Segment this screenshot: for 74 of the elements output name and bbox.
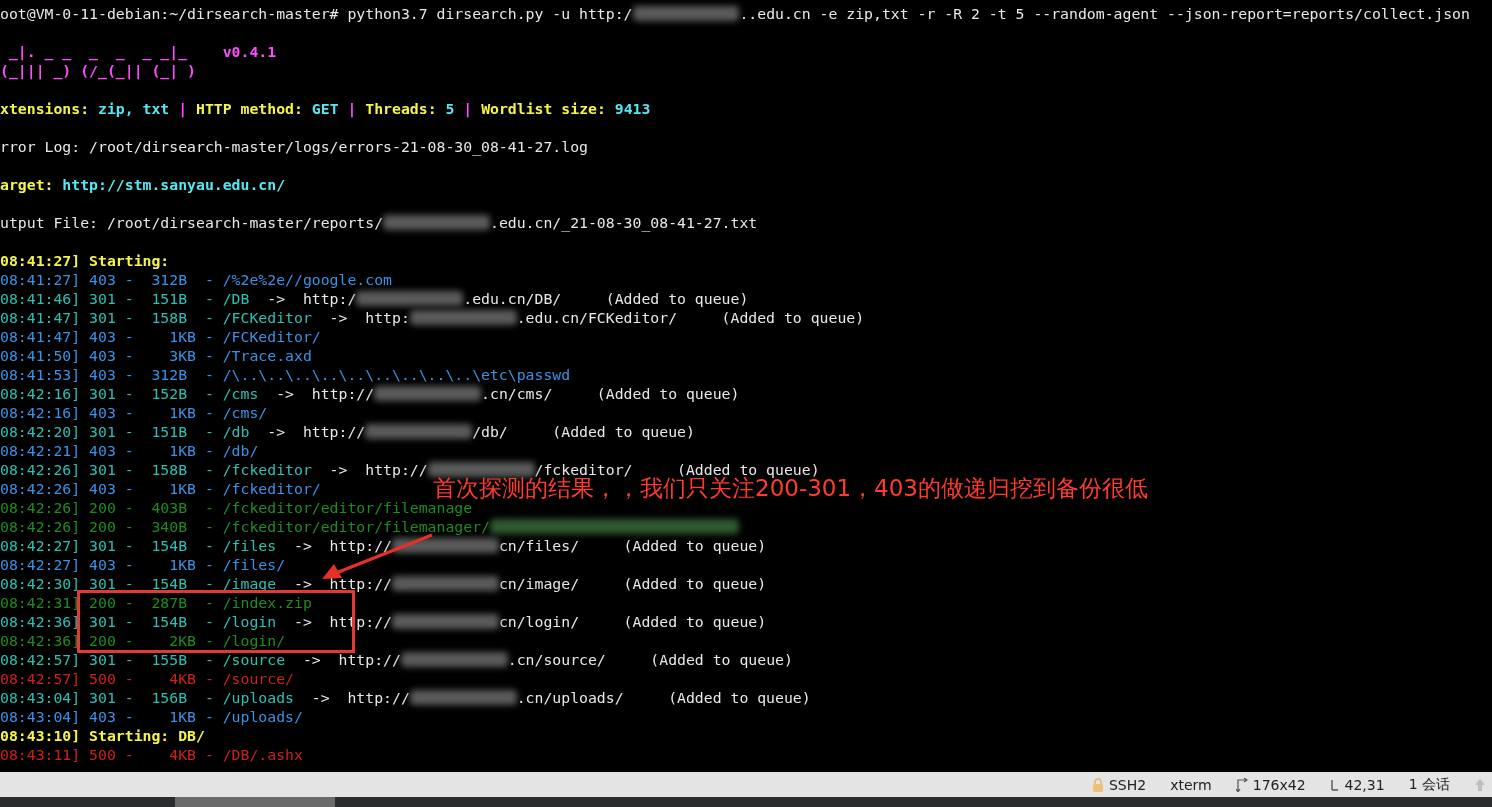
terminal-text: -> http:// [293,574,392,593]
terminal-text: -> http:// [275,384,375,403]
terminal-text: utput File: /root/dirsearch-master/reports/ [0,213,384,232]
terminal-text: 08:41:46] 301 - 151B - /DB [0,289,250,308]
terminal-text: 08:42:27] 301 - 154B - /files [0,536,277,555]
terminal-text: -> http:// [310,688,410,707]
terminal-text: 08:43:11] 500 - 4KB - /DB/.ashx [0,745,303,764]
terminal-text: 08:42:16] 301 - 152B - /cms [0,384,259,403]
terminal-text: 08:41:47] 301 - 158B - /FCKeditor [0,308,312,327]
terminal-text: 08:42:31] 200 - 287B - /index.zip [0,593,312,612]
terminal-text: zip, txt [98,99,170,118]
terminal-text: -> http:// [328,460,428,479]
terminal-text: | [177,99,189,118]
terminal-text: -> http:// [266,422,366,441]
terminal-text: 08:42:16] 403 - 1KB - /cms/ [0,403,268,422]
terminal-text: rror Log: /root/dirsearch-master/logs/errors-21-08-30_08-41-27.log [0,137,588,156]
terminal-text: 08:42:30] 301 - 154B - /image [0,574,277,593]
terminal-text: | [346,99,358,118]
status-text: 42,31 [1344,776,1385,793]
terminal-text: .edu.cn/DB/ (Added to queue) [463,289,749,308]
terminal-text: | [462,99,474,118]
terminal-text: 08:42:26] 200 - 403B - /fckeditor/editor/filemanage [0,499,473,517]
terminal-text: 08:42:57] 301 - 155B - /source [0,650,286,669]
terminal-text: 5 [445,99,455,118]
terminal-text: ..edu.cn -e zip,txt -r -R 2 -t 5 --random-agent --json-report=reports/collect.json [739,4,1470,23]
terminal-text: 08:41:53] 403 - 312B - /\..\..\..\..\..\..\..\..\..\etc\passwd [0,365,571,384]
terminal-text: cn/files/ (Added to queue) [498,536,767,555]
terminal-text: _|. _ _ _ _ _ _|_ v0.4.1 [7,42,277,61]
terminal-text: http://stm.sanyau.edu.cn/ [62,175,286,194]
terminal-text: 08:42:21] 403 - 1KB - /db/ [0,441,259,460]
terminal-text: GET [311,99,339,118]
terminal-text: .cn/source/ (Added to queue) [507,650,793,669]
status-text: 1 会话 [1408,775,1450,794]
terminal-text: xtensions: [0,99,91,118]
terminal-text: -> http:/ [266,289,357,308]
terminal-text: 08:42:26] 200 - 340B - /fckeditor/editor/filemanager/ [0,517,490,536]
terminal-text: -> http:// [293,536,392,555]
terminal-text: 08:43:10] Starting: DB/ [0,726,205,745]
terminal-text: -> http:// [301,650,401,669]
status-text: SSH2 [1108,776,1147,793]
taskbar-item[interactable] [175,797,335,807]
terminal-text: .cn/cms/ (Added to queue) [481,384,740,403]
terminal-text: (_||| _) (/_(_|| (_| ) [0,61,196,80]
terminal-text: 08:42:20] 301 - 151B - /db [0,422,250,441]
status-text: 176x42 [1252,776,1306,793]
terminal-text: 08:42:36] 200 - 2KB - /login/ [0,631,286,650]
lock-icon [1091,777,1104,792]
terminal-text: /db/ (Added to queue) [472,422,695,441]
status-text: xterm [1170,776,1212,793]
resize-icon [1235,777,1248,792]
terminal-text: 08:42:57] 500 - 4KB - /source/ [0,669,294,688]
terminal-text: 08:42:36] 301 - 154B - /login [0,612,277,631]
terminal-text: 08:43:04] 403 - 1KB - /uploads/ [0,707,303,726]
terminal-text: cn/login/ (Added to queue) [498,612,767,631]
terminal-text: 08:43:04] 301 - 156B - /uploads [0,688,294,707]
terminal-text: 08:41:27] Starting: [0,251,170,270]
terminal-text: Threads: [365,99,438,118]
terminal-text: -> http: [328,308,410,327]
terminal-text: 08:42:26] 301 - 158B - /fckeditor [0,460,312,479]
terminal-text: .cn/uploads/ (Added to queue) [516,688,811,707]
up-arrow-icon [1474,777,1486,792]
terminal-text: .edu.cn/_21-08-30_08-41-27.txt [489,213,758,232]
terminal-text: .edu.cn/FCKeditor/ (Added to queue) [516,308,865,327]
terminal-text: 08:41:50] 403 - 3KB - /Trace.axd [0,346,312,365]
terminal-text: cn/image/ (Added to queue) [498,574,767,593]
terminal-text: 9413 [614,99,651,118]
terminal-text: oot@VM-0-11-debian:~/dirsearch-master# python3.7 dirsearch.py -u http:/ [0,4,633,23]
terminal-text: HTTP method: [196,99,304,118]
terminal-text: 08:42:27] 403 - 1KB - /files/ [0,555,286,574]
terminal-text: 08:42:26] 403 - 1KB - /fckeditor/ [0,479,321,498]
terminal-text: 08:41:47] 403 - 1KB - /FCKeditor/ [0,327,321,346]
terminal-text: arget: [0,175,55,194]
terminal-text: 08:41:27] 403 - 312B - /%2e%2e//google.com [0,270,392,289]
terminal-text: Wordlist size: [481,99,607,118]
